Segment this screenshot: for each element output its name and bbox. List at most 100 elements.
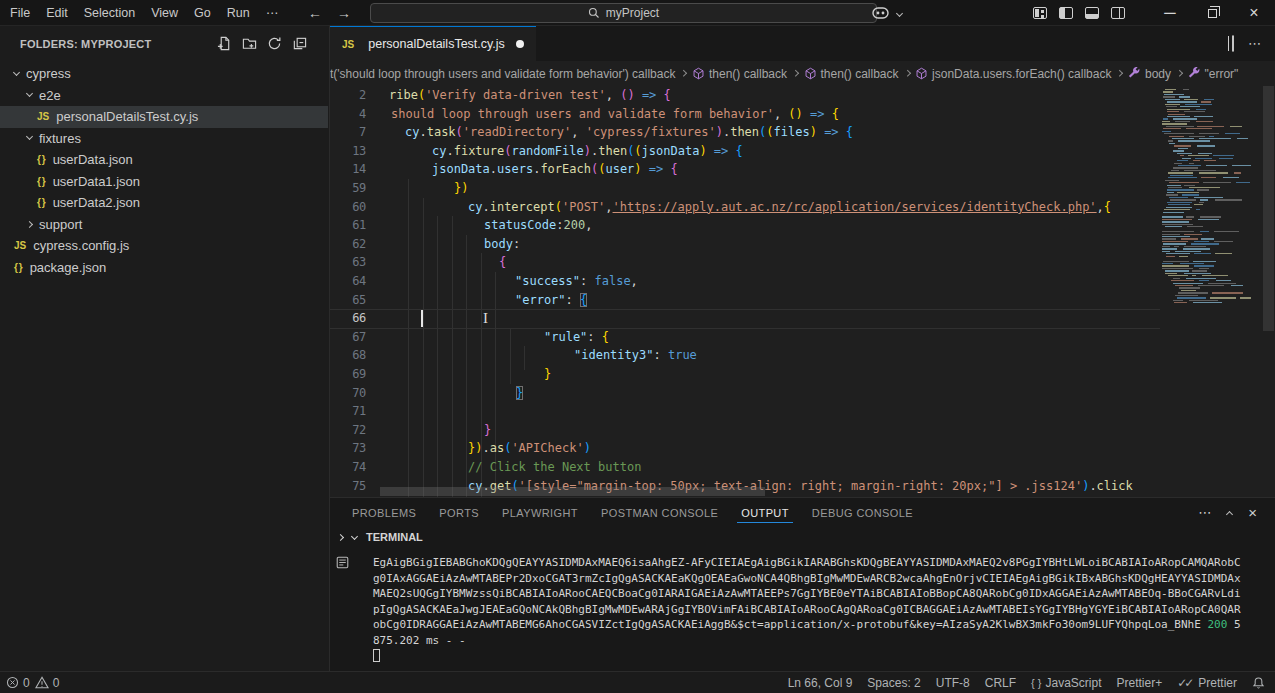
code-line-14[interactable]: 14jsonData.users.forEach((user) => { xyxy=(330,160,1275,179)
code-line-61[interactable]: 61statusCode:200, xyxy=(330,216,1275,235)
menu-edit[interactable]: Edit xyxy=(38,0,76,26)
code-line-67[interactable]: 67"rule": { xyxy=(330,328,1275,347)
tree-item-userData2-json[interactable]: { }userData2.json xyxy=(0,192,328,214)
code-editor[interactable]: 2ribe('Verify data-driven test', () => {… xyxy=(330,86,1275,497)
code-line-74[interactable]: 74// Click the Next button xyxy=(330,458,1275,477)
breadcrumb-item[interactable]: body xyxy=(1128,67,1171,81)
customize-layout-icon[interactable] xyxy=(1027,0,1053,26)
panel-tab-playwright[interactable]: PLAYWRIGHT xyxy=(498,501,582,523)
panel-maximize-icon[interactable] xyxy=(1227,505,1232,520)
breadcrumb-item[interactable]: "error" xyxy=(1188,67,1239,81)
copilot-icon[interactable] xyxy=(869,0,891,26)
tree-item-cypress-config-js[interactable]: JScypress.config.js xyxy=(0,235,328,257)
prettier-status[interactable]: ✓✓Prettier xyxy=(1177,676,1237,690)
toggle-panel-icon[interactable] xyxy=(1079,0,1105,26)
editor-more-actions-icon[interactable]: ⋯ xyxy=(1248,36,1261,51)
minimap[interactable] xyxy=(1160,86,1262,497)
tree-item-userData1-json[interactable]: { }userData1.json xyxy=(0,171,328,193)
tree-item-fixtures[interactable]: fixtures xyxy=(0,128,328,150)
terminal-cursor xyxy=(373,649,380,662)
encoding-status[interactable]: UTF-8 xyxy=(936,676,970,690)
language-status[interactable]: { }JavaScript xyxy=(1031,676,1101,690)
breadcrumb-item[interactable]: then() callback xyxy=(804,67,899,81)
breadcrumb-item[interactable]: then() callback xyxy=(692,67,787,81)
code-line-4[interactable]: 4should loop through users and validate … xyxy=(330,105,1275,124)
close-button[interactable]: × xyxy=(1233,0,1275,26)
tree-item-cypress[interactable]: cypress xyxy=(0,63,328,85)
panel-tab-output[interactable]: OUTPUT xyxy=(737,501,793,523)
search-value: myProject xyxy=(606,6,659,20)
collapse-folders-icon[interactable] xyxy=(292,36,307,51)
tree-item-package-json[interactable]: { }package.json xyxy=(0,257,328,279)
toggle-secondary-sidebar-icon[interactable] xyxy=(1105,0,1131,26)
menu-view[interactable]: View xyxy=(143,0,186,26)
tree-item-userData-json[interactable]: { }userData.json xyxy=(0,149,328,171)
panel-close-icon[interactable]: × xyxy=(1248,504,1257,521)
menu-more[interactable]: ⋯ xyxy=(258,0,287,26)
code-line-69[interactable]: 69} xyxy=(330,365,1275,384)
code-line-66[interactable]: 66 xyxy=(330,309,1275,328)
search-icon xyxy=(588,7,600,19)
notifications-bell[interactable] xyxy=(1252,676,1265,690)
terminal-line: pIgQgASACKAEaJwgJEAEaGQoNCAkQBhgBIgMwMDE… xyxy=(373,602,1241,618)
code-line-70[interactable]: 70} xyxy=(330,384,1275,403)
panel-tab-problems[interactable]: PROBLEMS xyxy=(348,501,420,523)
eol-status[interactable]: CRLF xyxy=(985,676,1016,690)
back-icon[interactable]: ← xyxy=(308,5,322,21)
code-line-72[interactable]: 72} xyxy=(330,421,1275,440)
cursor-position-status[interactable]: Ln 66, Col 9 xyxy=(788,676,853,690)
menu-selection[interactable]: Selection xyxy=(76,0,143,26)
terminal-line: g0IAxAGGAEiAzAwMTABEPr2DxoCGAT3rmZcIgQgA… xyxy=(373,571,1241,587)
prettier-plus-status[interactable]: Prettier+ xyxy=(1117,676,1163,690)
panel-tab-bar: PROBLEMS PORTS PLAYWRIGHT POSTMAN CONSOLE OU… xyxy=(330,498,1275,526)
errors-status[interactable]: 0 xyxy=(6,676,30,690)
panel-tab-debug-console[interactable]: DEBUG CONSOLE xyxy=(808,501,917,523)
code-line-2[interactable]: 2ribe('Verify data-driven test', () => { xyxy=(330,86,1275,105)
titlebar: FileEditSelectionViewGoRun⋯ ← → myProjec… xyxy=(0,0,1275,26)
panel-tab-postman-console[interactable]: POSTMAN CONSOLE xyxy=(597,501,722,523)
chevron-down-icon[interactable] xyxy=(351,532,358,539)
restore-button[interactable] xyxy=(1191,0,1233,26)
code-line-65[interactable]: 65"error": { xyxy=(330,291,1275,310)
tree-item-personalDetailsTest-cy-js[interactable]: JSpersonalDetailsTest.cy.js xyxy=(0,106,328,128)
code-line-63[interactable]: 63{ xyxy=(330,253,1275,272)
terminal-section-label[interactable]: TERMINAL xyxy=(366,531,423,543)
chevron-down-icon[interactable] xyxy=(891,0,907,26)
vertical-scrollbar[interactable] xyxy=(1262,86,1275,497)
code-line-64[interactable]: 64"success": false, xyxy=(330,272,1275,291)
js-file-icon: JS xyxy=(342,39,354,50)
split-editor-icon[interactable] xyxy=(1232,36,1234,51)
explorer-sidebar: FOLDERS: MYPROJECT cypresse2eJSpersonalD… xyxy=(0,26,330,671)
code-line-13[interactable]: 13cy.fixture(randomFile).then((jsonData)… xyxy=(330,142,1275,161)
new-folder-icon[interactable] xyxy=(242,36,257,51)
code-line-7[interactable]: 7cy.task('readDirectory', 'cypress/fixtu… xyxy=(330,123,1275,142)
chevron-right-icon[interactable] xyxy=(337,533,344,540)
code-line-68[interactable]: 68"identity3": true xyxy=(330,346,1275,365)
code-line-59[interactable]: 59}) xyxy=(330,179,1275,198)
code-line-73[interactable]: 73}).as('APICheck') xyxy=(330,439,1275,458)
warnings-status[interactable]: 0 xyxy=(35,676,60,690)
panel-tab-ports[interactable]: PORTS xyxy=(435,501,483,523)
minimize-button[interactable]: ─ xyxy=(1149,0,1191,26)
panel-more-actions-icon[interactable]: ⋯ xyxy=(1198,505,1211,520)
menu-go[interactable]: Go xyxy=(186,0,219,26)
tree-item-support[interactable]: support xyxy=(0,214,328,236)
modified-dot-icon[interactable] xyxy=(516,40,524,48)
tree-item-e2e[interactable]: e2e xyxy=(0,85,328,107)
breadcrumb-item[interactable]: jsonData.users.forEach() callback xyxy=(915,67,1111,81)
menu-run[interactable]: Run xyxy=(219,0,258,26)
code-line-62[interactable]: 62body: xyxy=(330,235,1275,254)
indentation-status[interactable]: Spaces: 2 xyxy=(867,676,920,690)
toggle-sidebar-icon[interactable] xyxy=(1053,0,1079,26)
horizontal-scrollbar[interactable] xyxy=(380,487,765,496)
breadcrumb-item[interactable]: t('should loop through users and validat… xyxy=(330,67,675,81)
menu-file[interactable]: File xyxy=(2,0,38,26)
code-line-60[interactable]: 60cy.intercept('POST','https://apply.aut… xyxy=(330,198,1275,217)
new-file-icon[interactable] xyxy=(217,36,232,51)
tab-personalDetailsTest[interactable]: JS personalDetailsTest.cy.js xyxy=(330,26,536,61)
terminal-line: EgAigBGigIEBABGhoKDQgQEAYYASIDMDAxMAEQ6i… xyxy=(373,555,1241,571)
code-line-71[interactable]: 71 xyxy=(330,402,1275,421)
forward-icon[interactable]: → xyxy=(337,5,351,21)
refresh-icon[interactable] xyxy=(267,36,282,51)
search-input[interactable]: myProject xyxy=(370,3,877,23)
